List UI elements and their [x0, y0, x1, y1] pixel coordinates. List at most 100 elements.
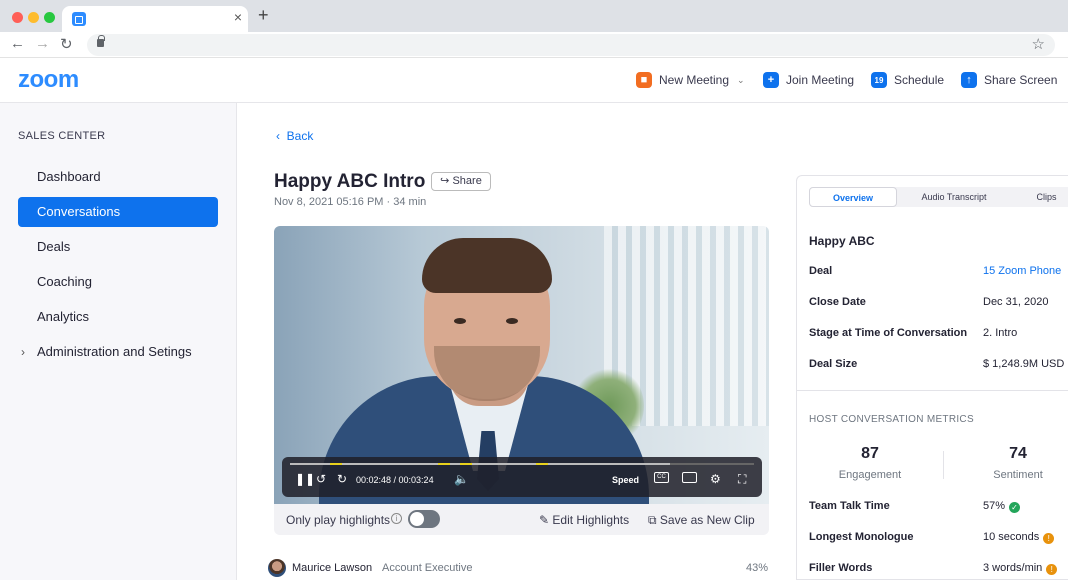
back-arrow-icon[interactable]: ← — [10, 35, 25, 52]
fullscreen-icon[interactable]: ⛶ — [738, 472, 746, 487]
deal-size-value: $ 1,248.9M USD — [983, 358, 1065, 370]
close-date-label: Close Date — [809, 296, 866, 308]
edit-highlights-label: Edit Highlights — [552, 513, 630, 527]
sidebar: SALES CENTER Dashboard Conversations Dea… — [0, 103, 237, 580]
speaker-talk-percent: 43% — [746, 562, 769, 574]
picture-in-picture-icon[interactable] — [682, 472, 697, 483]
close-date-value: Dec 31, 2020 — [983, 296, 1049, 308]
join-meeting-button[interactable]: + Join Meeting — [763, 72, 854, 88]
progress-fill — [290, 463, 671, 465]
forward-arrow-icon[interactable]: → — [35, 35, 50, 52]
talk-time-text: 57% — [983, 500, 1006, 512]
sidebar-item-conversations[interactable]: Conversations — [18, 197, 218, 227]
metric-divider — [943, 451, 944, 479]
zoom-logo-icon — [72, 12, 86, 26]
speaker-eye-left — [454, 318, 466, 324]
deal-label: Deal — [809, 265, 833, 277]
highlights-label: Only play highlights — [286, 513, 391, 527]
save-clip-label: Save as New Clip — [659, 513, 755, 527]
tab-audio-transcript[interactable]: Audio Transcript — [904, 187, 1004, 207]
recording-date: Nov 8, 2021 05:16 PM · 34 min — [274, 196, 427, 208]
talk-time-value: 57% ✓ — [983, 500, 1021, 513]
progress-track[interactable] — [290, 463, 754, 465]
avatar — [268, 559, 286, 577]
check-icon: ✓ — [1009, 502, 1021, 513]
settings-gear-icon[interactable]: ⚙ — [710, 472, 721, 486]
sidebar-item-administration[interactable]: › Administration and Setings — [18, 337, 218, 367]
sidebar-item-label: Administration and Setings — [37, 344, 192, 359]
sidebar-item-deals[interactable]: Deals — [18, 232, 218, 262]
pause-icon[interactable]: ❚❚ — [295, 472, 315, 486]
highlights-toggle[interactable] — [408, 510, 440, 528]
calendar-icon: 19 — [871, 72, 887, 88]
browser-nav-bar: ← → ↻ ☆ — [0, 32, 1068, 58]
player-controls: ❚❚ ↺ ↻ 00:02:48 / 00:03:24 🔈 Speed CC ⚙ … — [282, 457, 762, 497]
share-arrow-icon: ↪ — [440, 175, 450, 187]
playback-time: 00:02:48 / 00:03:24 — [356, 475, 434, 485]
share-screen-label: Share Screen — [984, 73, 1058, 87]
pencil-icon: ✎ — [539, 513, 550, 527]
highlight-marker[interactable] — [460, 463, 472, 465]
chevron-down-icon[interactable]: ⌄ — [737, 75, 745, 86]
speed-button[interactable]: Speed — [612, 475, 639, 485]
highlight-marker[interactable] — [330, 463, 342, 465]
forward-icon[interactable]: ↻ — [337, 472, 347, 486]
upload-arrow-icon: ↑ — [961, 72, 977, 88]
highlight-marker[interactable] — [438, 463, 450, 465]
close-tab-icon[interactable]: × — [234, 9, 242, 25]
edit-highlights-button[interactable]: ✎ Edit Highlights — [539, 513, 629, 527]
warning-icon[interactable]: ! — [1043, 533, 1055, 544]
tab-clips[interactable]: Clips — [1014, 187, 1068, 207]
bookmark-star-icon[interactable]: ☆ — [1032, 35, 1045, 53]
highlight-marker[interactable] — [536, 463, 548, 465]
talk-time-label: Team Talk Time — [809, 500, 890, 512]
stage-value: 2. Intro — [983, 327, 1018, 339]
speaker-role: Account Executive — [382, 562, 473, 574]
new-meeting-label: New Meeting — [659, 73, 730, 87]
back-link[interactable]: ‹ Back — [276, 129, 313, 143]
rewind-icon[interactable]: ↺ — [316, 472, 326, 486]
app-header: zoom ■ New Meeting ⌄ + Join Meeting 19 S… — [0, 58, 1068, 103]
share-label: Share — [452, 175, 482, 187]
reload-icon[interactable]: ↻ — [60, 35, 73, 53]
volume-icon[interactable]: 🔈 — [454, 472, 469, 486]
new-meeting-button[interactable]: ■ New Meeting ⌄ — [636, 72, 745, 88]
stage-label: Stage at Time of Conversation — [809, 327, 968, 339]
zoom-logo[interactable]: zoom — [18, 66, 79, 94]
speaker-name[interactable]: Maurice Lawson — [292, 562, 372, 574]
engagement-label: Engagement — [838, 469, 902, 481]
schedule-label: Schedule — [894, 73, 945, 87]
video-player[interactable]: ❚❚ ↺ ↻ 00:02:48 / 00:03:24 🔈 Speed CC ⚙ … — [274, 226, 769, 504]
plus-icon: + — [763, 72, 779, 88]
deal-size-label: Deal Size — [809, 358, 858, 370]
browser-tab[interactable]: × — [62, 6, 248, 32]
warning-icon[interactable]: ! — [1046, 564, 1058, 575]
share-button[interactable]: ↪ Share — [431, 172, 491, 191]
monologue-label: Longest Monologue — [809, 531, 914, 543]
save-clip-button[interactable]: ⧉ Save as New Clip — [648, 513, 755, 528]
deal-link[interactable]: 15 Zoom Phone — [983, 265, 1061, 277]
schedule-button[interactable]: 19 Schedule — [871, 72, 944, 88]
chevron-right-icon: › — [21, 345, 25, 359]
panel-tabs: Overview Audio Transcript Clips — [809, 187, 1068, 207]
filler-words-value: 3 words/min! — [983, 562, 1058, 575]
tab-overview[interactable]: Overview — [809, 187, 897, 207]
maximize-window-dot[interactable] — [44, 12, 55, 23]
sidebar-item-analytics[interactable]: Analytics — [18, 302, 218, 332]
back-label: Back — [286, 129, 314, 143]
info-icon[interactable]: i — [391, 513, 402, 524]
minimize-window-dot[interactable] — [28, 12, 39, 23]
browser-tab-bar: × + — [0, 0, 1068, 32]
close-window-dot[interactable] — [12, 12, 23, 23]
sidebar-item-coaching[interactable]: Coaching — [18, 267, 218, 297]
captions-icon[interactable]: CC — [654, 472, 669, 483]
new-tab-icon[interactable]: + — [258, 5, 269, 26]
divider — [797, 390, 1068, 391]
share-screen-button[interactable]: ↑ Share Screen — [961, 72, 1057, 88]
address-bar[interactable]: ☆ — [87, 34, 1055, 56]
toggle-knob — [410, 512, 424, 526]
sidebar-item-dashboard[interactable]: Dashboard — [18, 162, 218, 192]
monologue-value: 10 seconds! — [983, 531, 1055, 544]
filler-words-text: 3 words/min — [983, 562, 1043, 574]
page-title: Happy ABC Intro — [274, 171, 426, 192]
